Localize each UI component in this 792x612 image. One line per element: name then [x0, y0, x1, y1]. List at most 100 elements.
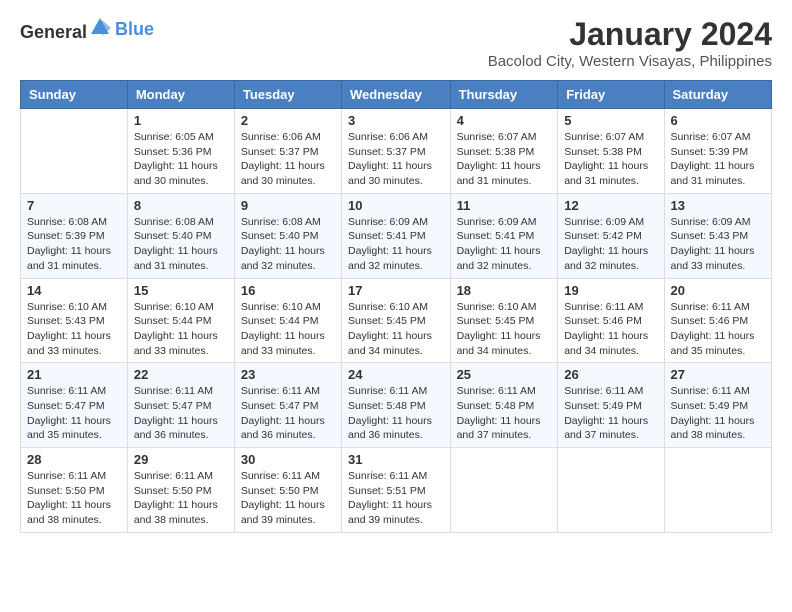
day-info: Sunrise: 6:09 AM Sunset: 5:41 PM Dayligh… [348, 215, 444, 274]
day-cell: 31Sunrise: 6:11 AM Sunset: 5:51 PM Dayli… [342, 448, 451, 533]
day-cell: 11Sunrise: 6:09 AM Sunset: 5:41 PM Dayli… [450, 193, 558, 278]
day-cell: 8 Sunrise: 6:08 AM Sunset: 5:40 PM Daylig… [127, 193, 234, 278]
day-info: Sunrise: 6:10 AM Sunset: 5:45 PM Dayligh… [457, 300, 552, 359]
day-info: Sunrise: 6:11 AM Sunset: 5:49 PM Dayligh… [564, 384, 657, 443]
header-cell-sunday: Sunday [21, 81, 128, 109]
day-cell [21, 109, 128, 194]
day-info: Sunrise: 6:10 AM Sunset: 5:44 PM Dayligh… [241, 300, 335, 359]
logo: General Blue [20, 16, 154, 43]
day-info: Sunrise: 6:11 AM Sunset: 5:46 PM Dayligh… [671, 300, 765, 359]
logo-general: General [20, 22, 87, 42]
day-cell: 3 Sunrise: 6:06 AM Sunset: 5:37 PM Daylig… [342, 109, 451, 194]
day-number: 28 [27, 452, 121, 467]
day-cell: 12 Sunrise: 6:09 AM Sunset: 5:42 PM Dayli… [558, 193, 664, 278]
day-number: 19 [564, 283, 657, 298]
day-cell: 24 Sunrise: 6:11 AM Sunset: 5:48 PM Dayli… [342, 363, 451, 448]
day-number: 20 [671, 283, 765, 298]
day-info: Sunrise: 6:07 AM Sunset: 5:39 PM Dayligh… [671, 130, 765, 189]
day-info: Sunrise: 6:08 AM Sunset: 5:40 PM Dayligh… [134, 215, 228, 274]
day-number: 27 [671, 367, 765, 382]
day-cell: 21 Sunrise: 6:11 AM Sunset: 5:47 PM Dayli… [21, 363, 128, 448]
day-info: Sunrise: 6:05 AM Sunset: 5:36 PM Dayligh… [134, 130, 228, 189]
day-number: 17 [348, 283, 444, 298]
day-cell: 1Sunrise: 6:05 AM Sunset: 5:36 PM Daylig… [127, 109, 234, 194]
day-number: 23 [241, 367, 335, 382]
day-cell: 28 Sunrise: 6:11 AM Sunset: 5:50 PM Dayli… [21, 448, 128, 533]
day-number: 16 [241, 283, 335, 298]
day-number: 30 [241, 452, 335, 467]
day-number: 29 [134, 452, 228, 467]
day-cell: 19 Sunrise: 6:11 AM Sunset: 5:46 PM Dayli… [558, 278, 664, 363]
month-title: January 2024 [488, 16, 772, 53]
day-number: 9 [241, 198, 335, 213]
calendar-table: SundayMondayTuesdayWednesdayThursdayFrid… [20, 80, 772, 533]
header-row: SundayMondayTuesdayWednesdayThursdayFrid… [21, 81, 772, 109]
day-number: 15 [134, 283, 228, 298]
day-number: 13 [671, 198, 765, 213]
day-cell: 20 Sunrise: 6:11 AM Sunset: 5:46 PM Dayli… [664, 278, 771, 363]
location-title: Bacolod City, Western Visayas, Philippin… [488, 53, 772, 70]
day-cell: 17Sunrise: 6:10 AM Sunset: 5:45 PM Dayli… [342, 278, 451, 363]
logo-text: General [20, 16, 111, 43]
day-info: Sunrise: 6:11 AM Sunset: 5:49 PM Dayligh… [671, 384, 765, 443]
header-cell-thursday: Thursday [450, 81, 558, 109]
title-area: January 2024 Bacolod City, Western Visay… [488, 16, 772, 70]
logo-icon [89, 16, 111, 38]
day-info: Sunrise: 6:09 AM Sunset: 5:43 PM Dayligh… [671, 215, 765, 274]
day-number: 21 [27, 367, 121, 382]
day-number: 8 [134, 198, 228, 213]
day-info: Sunrise: 6:11 AM Sunset: 5:48 PM Dayligh… [348, 384, 444, 443]
day-cell: 30 Sunrise: 6:11 AM Sunset: 5:50 PM Dayli… [234, 448, 341, 533]
day-cell: 23 Sunrise: 6:11 AM Sunset: 5:47 PM Dayli… [234, 363, 341, 448]
day-info: Sunrise: 6:08 AM Sunset: 5:40 PM Dayligh… [241, 215, 335, 274]
day-info: Sunrise: 6:11 AM Sunset: 5:50 PM Dayligh… [27, 469, 121, 528]
week-row-4: 21 Sunrise: 6:11 AM Sunset: 5:47 PM Dayli… [21, 363, 772, 448]
day-number: 24 [348, 367, 444, 382]
day-number: 3 [348, 113, 444, 128]
day-cell: 18 Sunrise: 6:10 AM Sunset: 5:45 PM Dayli… [450, 278, 558, 363]
day-number: 6 [671, 113, 765, 128]
day-info: Sunrise: 6:09 AM Sunset: 5:41 PM Dayligh… [457, 215, 552, 274]
day-info: Sunrise: 6:10 AM Sunset: 5:44 PM Dayligh… [134, 300, 228, 359]
page-header: General Blue January 2024 Bacolod City, … [20, 16, 772, 70]
day-info: Sunrise: 6:11 AM Sunset: 5:48 PM Dayligh… [457, 384, 552, 443]
day-number: 14 [27, 283, 121, 298]
day-cell: 5 Sunrise: 6:07 AM Sunset: 5:38 PM Daylig… [558, 109, 664, 194]
day-number: 31 [348, 452, 444, 467]
day-cell: 29 Sunrise: 6:11 AM Sunset: 5:50 PM Dayli… [127, 448, 234, 533]
day-info: Sunrise: 6:09 AM Sunset: 5:42 PM Dayligh… [564, 215, 657, 274]
week-row-2: 7Sunrise: 6:08 AM Sunset: 5:39 PM Daylig… [21, 193, 772, 278]
day-cell: 15 Sunrise: 6:10 AM Sunset: 5:44 PM Dayli… [127, 278, 234, 363]
day-cell: 26Sunrise: 6:11 AM Sunset: 5:49 PM Dayli… [558, 363, 664, 448]
day-number: 2 [241, 113, 335, 128]
day-cell [664, 448, 771, 533]
day-info: Sunrise: 6:11 AM Sunset: 5:47 PM Dayligh… [27, 384, 121, 443]
day-number: 22 [134, 367, 228, 382]
day-cell: 25Sunrise: 6:11 AM Sunset: 5:48 PM Dayli… [450, 363, 558, 448]
day-info: Sunrise: 6:11 AM Sunset: 5:47 PM Dayligh… [241, 384, 335, 443]
day-cell: 10Sunrise: 6:09 AM Sunset: 5:41 PM Dayli… [342, 193, 451, 278]
day-number: 18 [457, 283, 552, 298]
week-row-5: 28 Sunrise: 6:11 AM Sunset: 5:50 PM Dayli… [21, 448, 772, 533]
day-cell: 9 Sunrise: 6:08 AM Sunset: 5:40 PM Daylig… [234, 193, 341, 278]
day-cell: 6 Sunrise: 6:07 AM Sunset: 5:39 PM Daylig… [664, 109, 771, 194]
day-cell: 16 Sunrise: 6:10 AM Sunset: 5:44 PM Dayli… [234, 278, 341, 363]
header-cell-friday: Friday [558, 81, 664, 109]
day-info: Sunrise: 6:11 AM Sunset: 5:46 PM Dayligh… [564, 300, 657, 359]
day-info: Sunrise: 6:08 AM Sunset: 5:39 PM Dayligh… [27, 215, 121, 274]
day-number: 5 [564, 113, 657, 128]
day-info: Sunrise: 6:11 AM Sunset: 5:50 PM Dayligh… [134, 469, 228, 528]
day-cell: 27 Sunrise: 6:11 AM Sunset: 5:49 PM Dayli… [664, 363, 771, 448]
day-cell [450, 448, 558, 533]
week-row-3: 14Sunrise: 6:10 AM Sunset: 5:43 PM Dayli… [21, 278, 772, 363]
day-cell: 14Sunrise: 6:10 AM Sunset: 5:43 PM Dayli… [21, 278, 128, 363]
day-cell: 13 Sunrise: 6:09 AM Sunset: 5:43 PM Dayli… [664, 193, 771, 278]
header-cell-monday: Monday [127, 81, 234, 109]
day-info: Sunrise: 6:06 AM Sunset: 5:37 PM Dayligh… [348, 130, 444, 189]
day-info: Sunrise: 6:07 AM Sunset: 5:38 PM Dayligh… [564, 130, 657, 189]
day-info: Sunrise: 6:11 AM Sunset: 5:50 PM Dayligh… [241, 469, 335, 528]
day-info: Sunrise: 6:11 AM Sunset: 5:47 PM Dayligh… [134, 384, 228, 443]
day-number: 4 [457, 113, 552, 128]
day-number: 12 [564, 198, 657, 213]
day-cell: 22 Sunrise: 6:11 AM Sunset: 5:47 PM Dayli… [127, 363, 234, 448]
